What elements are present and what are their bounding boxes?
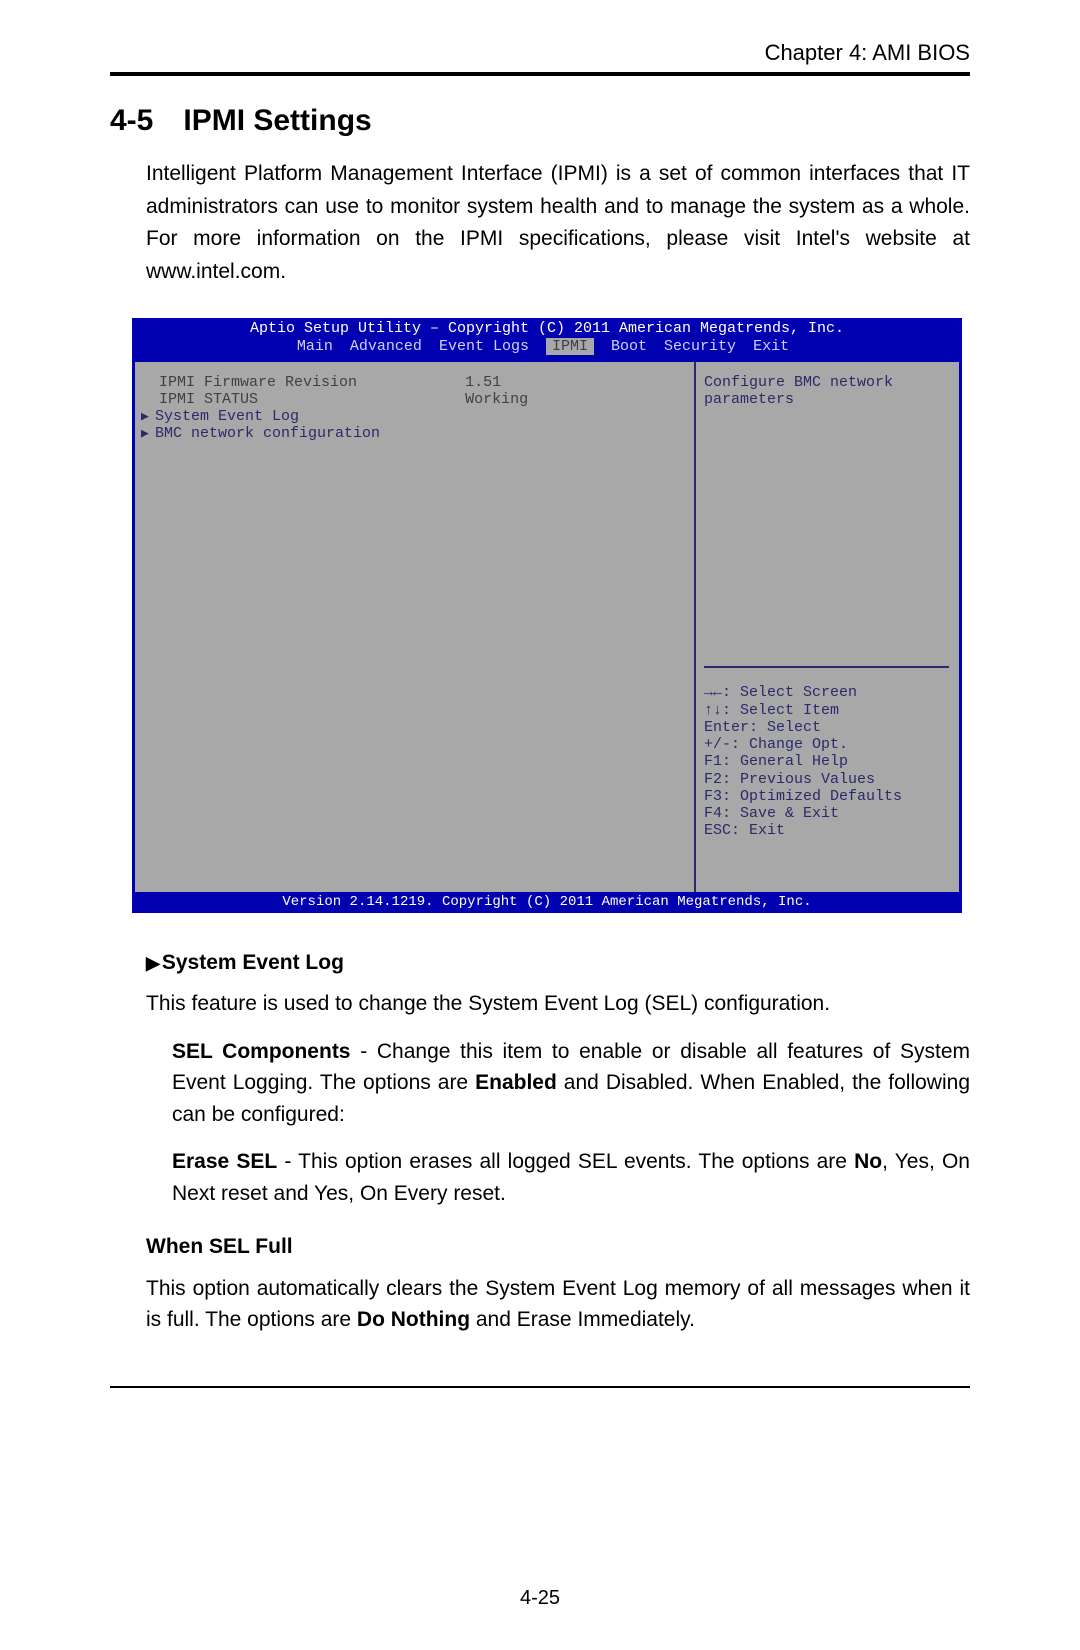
row-firmware: IPMI Firmware Revision 1.51 bbox=[141, 374, 684, 391]
sel-components-enabled: Enabled bbox=[475, 1071, 557, 1094]
key-save-exit: F4: Save & Exit bbox=[704, 805, 949, 822]
tab-boot[interactable]: Boot bbox=[611, 338, 647, 355]
firmware-label: IPMI Firmware Revision bbox=[159, 374, 357, 391]
tab-security[interactable]: Security bbox=[664, 338, 736, 355]
status-label: IPMI STATUS bbox=[159, 391, 258, 408]
erase-no: No bbox=[854, 1150, 882, 1173]
tab-main[interactable]: Main bbox=[297, 338, 333, 355]
bios-body: IPMI Firmware Revision 1.51 IPMI STATUS … bbox=[132, 362, 962, 892]
submenu-arrow-icon: ▶ bbox=[141, 427, 155, 442]
erase-rest-a: - This option erases all logged SEL even… bbox=[277, 1150, 854, 1173]
erase-sel-paragraph: Erase SEL - This option erases all logge… bbox=[172, 1146, 970, 1209]
bios-context-help: Configure BMC network parameters bbox=[704, 374, 949, 409]
tab-advanced[interactable]: Advanced bbox=[350, 338, 422, 355]
bios-tabs: Main Advanced Event Logs IPMI Boot Secur… bbox=[138, 337, 956, 358]
footer-rule bbox=[110, 1386, 970, 1388]
page-number: 4-25 bbox=[0, 1587, 1080, 1610]
document-page: Chapter 4: AMI BIOS 4-5 IPMI Settings Int… bbox=[0, 0, 1080, 1650]
bios-screenshot: Aptio Setup Utility – Copyright (C) 2011… bbox=[132, 318, 962, 913]
sel-heading: ▶System Event Log bbox=[146, 947, 970, 979]
key-enter: Enter: Select bbox=[704, 719, 949, 736]
tab-event-logs[interactable]: Event Logs bbox=[439, 338, 529, 355]
when-para-b: and Erase Immediately. bbox=[470, 1308, 695, 1331]
key-change-opt: +/-: Change Opt. bbox=[704, 736, 949, 753]
chapter-header: Chapter 4: AMI BIOS bbox=[110, 40, 970, 66]
item-system-event-log: System Event Log bbox=[155, 408, 299, 425]
when-do-nothing: Do Nothing bbox=[357, 1308, 470, 1331]
key-select-item: ↑↓: Select Item bbox=[704, 702, 949, 719]
bios-key-legend: →←: Select Screen ↑↓: Select Item Enter:… bbox=[704, 666, 949, 879]
sel-paragraph: This feature is used to change the Syste… bbox=[146, 988, 970, 1020]
firmware-value: 1.51 bbox=[465, 374, 501, 391]
help-line-2: parameters bbox=[704, 391, 949, 408]
when-sel-full-heading: When SEL Full bbox=[146, 1231, 970, 1263]
row-bmc-network[interactable]: ▶BMC network configuration bbox=[141, 425, 684, 442]
tab-ipmi[interactable]: IPMI bbox=[546, 338, 594, 355]
key-defaults: F3: Optimized Defaults bbox=[704, 788, 949, 805]
submenu-arrow-icon: ▶ bbox=[141, 410, 155, 425]
triangle-icon: ▶ bbox=[146, 953, 160, 973]
section-heading: 4-5 IPMI Settings bbox=[110, 104, 970, 138]
key-esc: ESC: Exit bbox=[704, 822, 949, 839]
sel-components-lead: SEL Components bbox=[172, 1040, 351, 1063]
tab-exit[interactable]: Exit bbox=[753, 338, 789, 355]
status-value: Working bbox=[465, 391, 528, 408]
when-sel-full-paragraph: This option automatically clears the Sys… bbox=[146, 1273, 970, 1336]
bios-left-pane: IPMI Firmware Revision 1.51 IPMI STATUS … bbox=[135, 362, 694, 892]
erase-lead: Erase SEL bbox=[172, 1150, 277, 1173]
section-number: 4-5 bbox=[110, 104, 153, 137]
row-system-event-log[interactable]: ▶System Event Log bbox=[141, 408, 684, 425]
section-title: IPMI Settings bbox=[183, 104, 371, 137]
help-line-1: Configure BMC network bbox=[704, 374, 949, 391]
key-general-help: F1: General Help bbox=[704, 753, 949, 770]
row-status: IPMI STATUS Working bbox=[141, 391, 684, 408]
bios-right-pane: Configure BMC network parameters →←: Sel… bbox=[694, 362, 959, 892]
bios-footer-bar: Version 2.14.1219. Copyright (C) 2011 Am… bbox=[132, 892, 962, 913]
key-previous: F2: Previous Values bbox=[704, 771, 949, 788]
header-rule bbox=[110, 72, 970, 76]
bios-title: Aptio Setup Utility – Copyright (C) 2011… bbox=[138, 320, 956, 337]
key-select-screen: →←: Select Screen bbox=[704, 684, 949, 701]
item-bmc-network: BMC network configuration bbox=[155, 425, 380, 442]
intro-paragraph: Intelligent Platform Management Interfac… bbox=[146, 158, 970, 288]
sel-components-paragraph: SEL Components - Change this item to ena… bbox=[172, 1036, 970, 1131]
bios-title-bar: Aptio Setup Utility – Copyright (C) 2011… bbox=[132, 318, 962, 362]
doc-body: ▶System Event Log This feature is used t… bbox=[146, 947, 970, 1336]
